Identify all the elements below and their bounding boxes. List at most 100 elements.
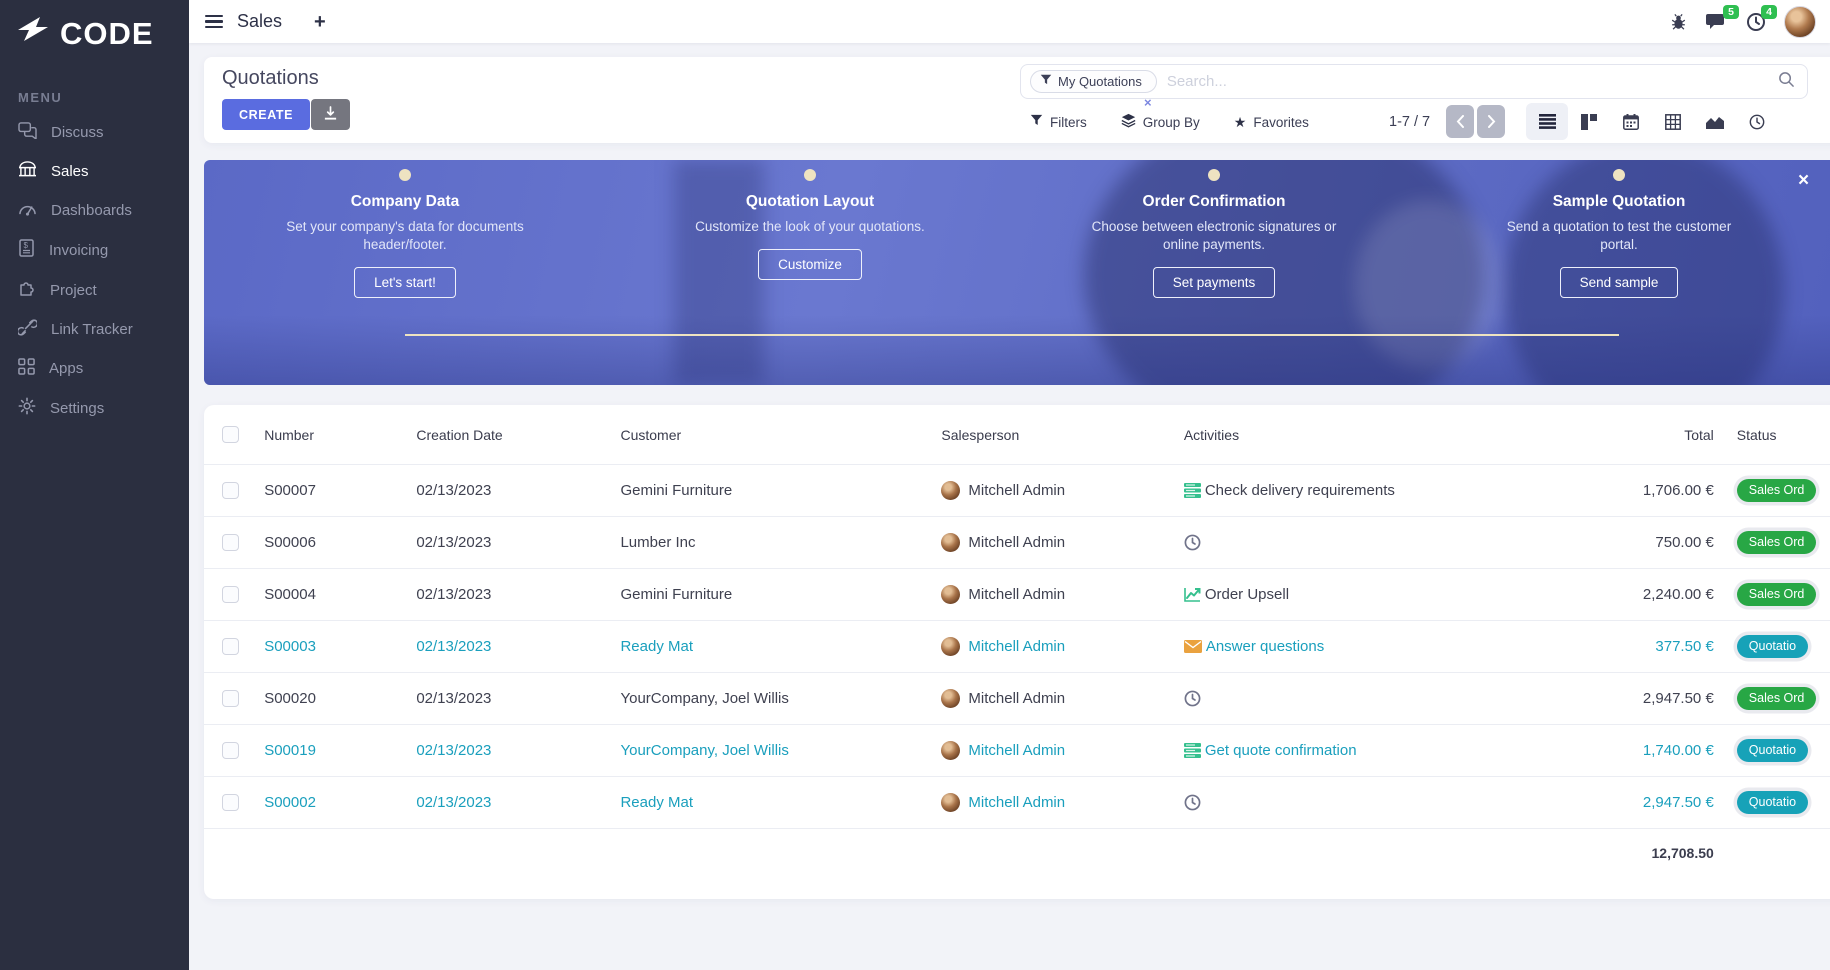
pivot-view-button[interactable] (1652, 103, 1694, 140)
salesperson-avatar (941, 793, 961, 812)
row-salesperson: Mitchell Admin (968, 638, 1066, 655)
table-row[interactable]: S00002 02/13/2023 Ready Mat Mitchell Adm… (204, 776, 1830, 828)
activity-envelope-icon[interactable] (1183, 640, 1202, 653)
row-number: S00020 (264, 690, 316, 707)
table-row[interactable]: S00004 02/13/2023 Gemini Furniture Mitch… (204, 568, 1830, 620)
column-header-status[interactable]: Status (1714, 427, 1830, 443)
user-avatar[interactable] (1784, 5, 1816, 38)
filters-label: Filters (1050, 114, 1087, 130)
new-tab-button[interactable]: + (314, 12, 326, 32)
column-header-total[interactable]: Total (1559, 427, 1714, 443)
sidebar-item-dashboards[interactable]: Dashboards (0, 191, 189, 230)
search-placeholder: Search... (1166, 73, 1227, 90)
row-checkbox[interactable] (222, 794, 239, 811)
sidebar-item-label: Discuss (51, 124, 104, 141)
favorites-button[interactable]: ★ Favorites (1234, 114, 1309, 131)
search-facet-my-quotations[interactable]: My Quotations (1030, 70, 1157, 93)
column-header-salesperson[interactable]: Salesperson (941, 427, 1183, 443)
row-total: 2,947.50 € (1642, 794, 1714, 811)
banner-close-icon[interactable]: × (1794, 166, 1813, 196)
table-row[interactable]: S00003 02/13/2023 Ready Mat Mitchell Adm… (204, 620, 1830, 672)
activity-chart-icon[interactable] (1184, 587, 1201, 602)
sidebar-item-project[interactable]: Project (0, 270, 189, 310)
debug-bug-icon[interactable] (1669, 13, 1688, 31)
row-checkbox[interactable] (222, 482, 239, 499)
onboarding-banner: Company Data Set your company's data for… (204, 160, 1830, 385)
salesperson-avatar (941, 481, 961, 500)
table-row[interactable]: S00019 02/13/2023 YourCompany, Joel Will… (204, 724, 1830, 776)
table-row[interactable]: S00006 02/13/2023 Lumber Inc Mitchell Ad… (204, 516, 1830, 568)
step-action-button[interactable]: Let's start! (354, 267, 456, 299)
sales-icon (18, 161, 37, 182)
search-icon (1778, 71, 1795, 93)
create-button[interactable]: CREATE (222, 99, 311, 130)
export-button[interactable] (311, 99, 350, 130)
filters-button[interactable]: Filters (1030, 114, 1087, 130)
row-customer: Ready Mat (620, 794, 694, 811)
status-badge: Quotatio (1736, 791, 1809, 814)
row-number: S00003 (264, 638, 316, 655)
list-view-button[interactable] (1526, 103, 1568, 140)
pager-previous-button[interactable] (1446, 105, 1474, 138)
status-badge: Sales Ord (1736, 687, 1817, 710)
row-customer: Gemini Furniture (620, 482, 733, 499)
row-activity-label: Order Upsell (1204, 586, 1290, 603)
row-number: S00019 (264, 742, 316, 759)
remove-facet-icon[interactable]: × (1144, 95, 1152, 110)
pager-next-button[interactable] (1477, 105, 1505, 138)
group-by-button[interactable]: Group By (1121, 113, 1200, 131)
row-activity-label: Get quote confirmation (1204, 742, 1357, 759)
sidebar-item-sales[interactable]: Sales (0, 152, 189, 191)
search-input[interactable]: My Quotations Search... (1020, 64, 1808, 99)
kanban-view-button[interactable] (1568, 103, 1610, 140)
row-total: 377.50 € (1655, 638, 1714, 655)
column-header-activities[interactable]: Activities (1184, 427, 1559, 443)
calendar-view-button[interactable] (1610, 103, 1652, 140)
sidebar-item-settings[interactable]: Settings (0, 388, 189, 428)
row-number: S00006 (264, 534, 316, 551)
salesperson-avatar (941, 637, 961, 656)
onboarding-timeline (405, 334, 1619, 336)
svg-text:$: $ (24, 241, 29, 250)
step-description: Choose between electronic signatures or … (1091, 219, 1337, 253)
activities-clock-icon[interactable]: 4 (1746, 4, 1777, 32)
control-panel: Quotations CREATE My Quotations Search..… (204, 57, 1830, 143)
table-header-row: Number Creation Date Customer Salesperso… (204, 405, 1830, 464)
row-salesperson: Mitchell Admin (968, 586, 1066, 603)
row-number: S00002 (264, 794, 316, 811)
select-all-checkbox[interactable] (222, 426, 239, 443)
step-action-button[interactable]: Customize (758, 249, 862, 281)
logo[interactable]: CODE (0, 0, 189, 52)
step-action-button[interactable]: Set payments (1152, 267, 1276, 299)
row-checkbox[interactable] (222, 690, 239, 707)
row-checkbox[interactable] (222, 586, 239, 603)
row-checkbox[interactable] (222, 638, 239, 655)
sidebar-item-discuss[interactable]: Discuss (0, 113, 189, 152)
sidebar-item-link-tracker[interactable]: Link Tracker (0, 310, 189, 349)
table-row[interactable]: S00020 02/13/2023 YourCompany, Joel Will… (204, 672, 1830, 724)
activity-clock-icon[interactable] (1184, 690, 1201, 707)
activity-clock-icon[interactable] (1184, 794, 1201, 811)
step-action-button[interactable]: Send sample (1559, 267, 1679, 299)
graph-view-button[interactable] (1694, 103, 1736, 140)
activity-view-button[interactable] (1736, 103, 1778, 140)
row-creation-date: 02/13/2023 (416, 482, 492, 499)
row-checkbox[interactable] (222, 742, 239, 759)
activity-clock-icon[interactable] (1184, 534, 1201, 551)
messages-icon[interactable]: 5 (1706, 4, 1739, 32)
app-menu-title[interactable]: Sales (237, 11, 282, 32)
page-title: Quotations (222, 67, 319, 89)
hamburger-menu-icon[interactable] (205, 14, 223, 29)
column-header-number[interactable]: Number (264, 427, 416, 443)
column-header-customer[interactable]: Customer (620, 427, 941, 443)
activity-list-icon[interactable] (1183, 743, 1201, 758)
sidebar-item-apps[interactable]: Apps (0, 349, 189, 388)
column-header-creation-date[interactable]: Creation Date (416, 427, 620, 443)
sidebar-item-invoicing[interactable]: $ Invoicing (0, 230, 189, 270)
table-row[interactable]: S00007 02/13/2023 Gemini Furniture Mitch… (204, 464, 1830, 516)
timeline-dot (399, 169, 411, 181)
salesperson-avatar (941, 533, 961, 552)
row-checkbox[interactable] (222, 534, 239, 551)
status-badge: Quotatio (1736, 635, 1809, 658)
activity-list-icon[interactable] (1183, 483, 1201, 498)
